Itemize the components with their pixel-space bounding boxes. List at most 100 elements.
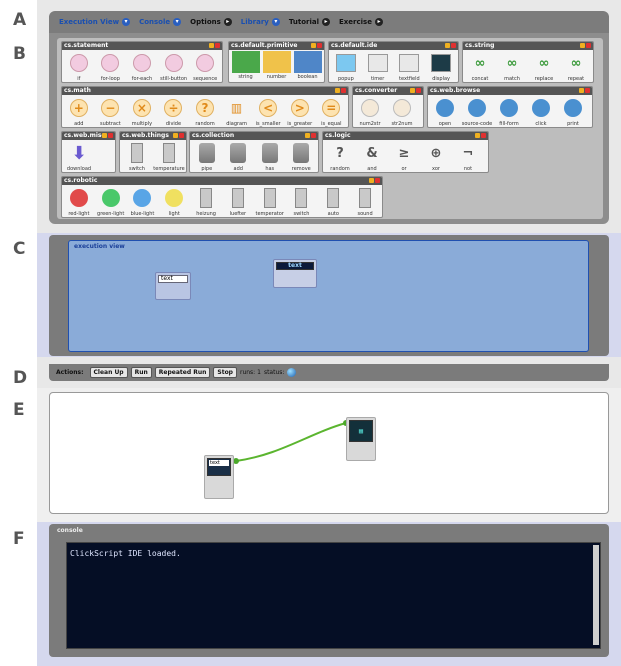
component-repeat[interactable]: ∞ repeat — [561, 51, 591, 83]
component-subtract[interactable]: − subtract — [96, 96, 126, 127]
minimize-icon[interactable] — [311, 43, 316, 48]
component-textfield[interactable]: textfield — [395, 51, 425, 82]
close-icon[interactable] — [416, 88, 421, 93]
menu-console[interactable]: Console ▾ — [139, 18, 182, 26]
component-source-code[interactable]: source-code — [462, 96, 492, 127]
component-light[interactable]: light — [159, 186, 189, 217]
component-print[interactable]: print — [558, 96, 588, 127]
component-click[interactable]: click — [526, 96, 556, 127]
textfield-icon — [396, 51, 422, 75]
component-boolean[interactable]: boolean — [293, 51, 322, 80]
component-luefter[interactable]: luefter — [223, 186, 253, 217]
minimize-icon[interactable] — [580, 43, 585, 48]
component-green-light[interactable]: green-light — [96, 186, 126, 217]
close-icon[interactable] — [108, 133, 113, 138]
component-open[interactable]: open — [430, 96, 460, 127]
palette-math: cs.math + add − subtract × multiply ÷ divide? ran… — [61, 86, 349, 128]
component-temperature[interactable]: temperature — [153, 141, 185, 172]
component-num2str[interactable]: num2str — [355, 96, 385, 127]
clean-up-button[interactable]: Clean Up — [89, 367, 128, 378]
close-icon[interactable] — [311, 133, 316, 138]
text-widget-2[interactable]: text — [273, 259, 317, 288]
component-random[interactable]: ? random — [325, 141, 355, 173]
run-button[interactable]: Run — [130, 367, 152, 378]
menu-tutorial[interactable]: Tutorial ▸ — [289, 18, 330, 26]
component-random[interactable]: ? random — [190, 96, 220, 127]
component-sound[interactable]: sound — [350, 186, 380, 217]
minimize-icon[interactable] — [335, 88, 340, 93]
close-icon[interactable] — [586, 43, 591, 48]
component-replace[interactable]: ∞ replace — [529, 51, 559, 83]
component-popup[interactable]: popup — [331, 51, 361, 82]
component-concat[interactable]: ∞ concat — [465, 51, 495, 83]
component-multiply[interactable]: × multiply — [127, 96, 157, 127]
component-heizung[interactable]: heizung — [191, 186, 221, 217]
component-is_smaller[interactable]: < is_smaller — [253, 96, 283, 127]
component-label: number — [266, 74, 287, 80]
component-is_equal[interactable]: = is_equal — [317, 96, 347, 127]
minimize-icon[interactable] — [369, 178, 374, 183]
component-or[interactable]: ≥ or — [389, 141, 419, 173]
component-for-loop[interactable]: for-loop — [96, 51, 126, 82]
component-and[interactable]: & and — [357, 141, 387, 173]
menu-options[interactable]: Options ▸ — [190, 18, 232, 26]
component-not[interactable]: ¬ not — [453, 141, 483, 173]
menu-exercise[interactable]: Exercise ▸ — [339, 18, 383, 26]
component-diagram[interactable]: ▥ diagram — [222, 96, 252, 127]
component-add[interactable]: + add — [64, 96, 94, 127]
program-canvas[interactable]: text ▦ — [49, 392, 609, 514]
component-remove[interactable]: remove — [287, 141, 317, 172]
close-icon[interactable] — [585, 88, 590, 93]
component-if[interactable]: if — [64, 51, 94, 82]
textfield-node[interactable]: text — [204, 455, 234, 499]
component-display[interactable]: display — [426, 51, 456, 82]
menu-execution-view[interactable]: Execution View ▾ — [59, 18, 131, 26]
component-download[interactable]: ⬇ download — [64, 141, 94, 173]
close-icon[interactable] — [451, 43, 456, 48]
close-icon[interactable] — [341, 88, 346, 93]
console-scrollbar[interactable] — [593, 545, 599, 645]
component-is_greater[interactable]: > is_greater — [285, 96, 315, 127]
close-icon[interactable] — [179, 133, 184, 138]
repeated-run-button[interactable]: Repeated Run — [154, 367, 211, 378]
component-sequence[interactable]: sequence — [190, 51, 220, 82]
component-switch[interactable]: switch — [287, 186, 317, 217]
stop-button[interactable]: Stop — [213, 367, 237, 378]
text-widget-1[interactable]: text — [155, 272, 191, 300]
minimize-icon[interactable] — [579, 88, 584, 93]
component-auto[interactable]: auto — [318, 186, 348, 217]
is_equal-icon: = — [318, 96, 344, 120]
close-icon[interactable] — [317, 43, 322, 48]
minimize-icon[interactable] — [209, 43, 214, 48]
minimize-icon[interactable] — [102, 133, 107, 138]
component-xor[interactable]: ⊕ xor — [421, 141, 451, 173]
console-output[interactable]: ClickScript IDE loaded. — [66, 542, 601, 649]
component-fill-form[interactable]: fill-form — [494, 96, 524, 127]
component-divide[interactable]: ÷ divide — [159, 96, 189, 127]
minimize-icon[interactable] — [475, 133, 480, 138]
component-switch[interactable]: switch — [122, 141, 152, 172]
component-pipe[interactable]: pipe — [192, 141, 222, 172]
component-number[interactable]: number — [262, 51, 291, 80]
close-icon[interactable] — [215, 43, 220, 48]
close-icon[interactable] — [375, 178, 380, 183]
minimize-icon[interactable] — [445, 43, 450, 48]
minimize-icon[interactable] — [305, 133, 310, 138]
minimize-icon[interactable] — [410, 88, 415, 93]
component-match[interactable]: ∞ match — [497, 51, 527, 83]
component-temperator[interactable]: temperator — [255, 186, 285, 217]
minimize-icon[interactable] — [173, 133, 178, 138]
section-label-e: E — [13, 400, 25, 420]
component-str2num[interactable]: str2num — [387, 96, 417, 127]
component-has[interactable]: has — [255, 141, 285, 172]
close-icon[interactable] — [481, 133, 486, 138]
menu-library[interactable]: Library ▾ — [241, 18, 280, 26]
component-red-light[interactable]: red-light — [64, 186, 94, 217]
component-for-each[interactable]: for-each — [127, 51, 157, 82]
component-still-button[interactable]: still-button — [159, 51, 189, 82]
component-string[interactable]: string — [231, 51, 260, 80]
component-add[interactable]: add — [224, 141, 254, 172]
component-blue-light[interactable]: blue-light — [128, 186, 158, 217]
display-node[interactable]: ▦ — [346, 417, 376, 461]
component-timer[interactable]: timer — [363, 51, 393, 82]
